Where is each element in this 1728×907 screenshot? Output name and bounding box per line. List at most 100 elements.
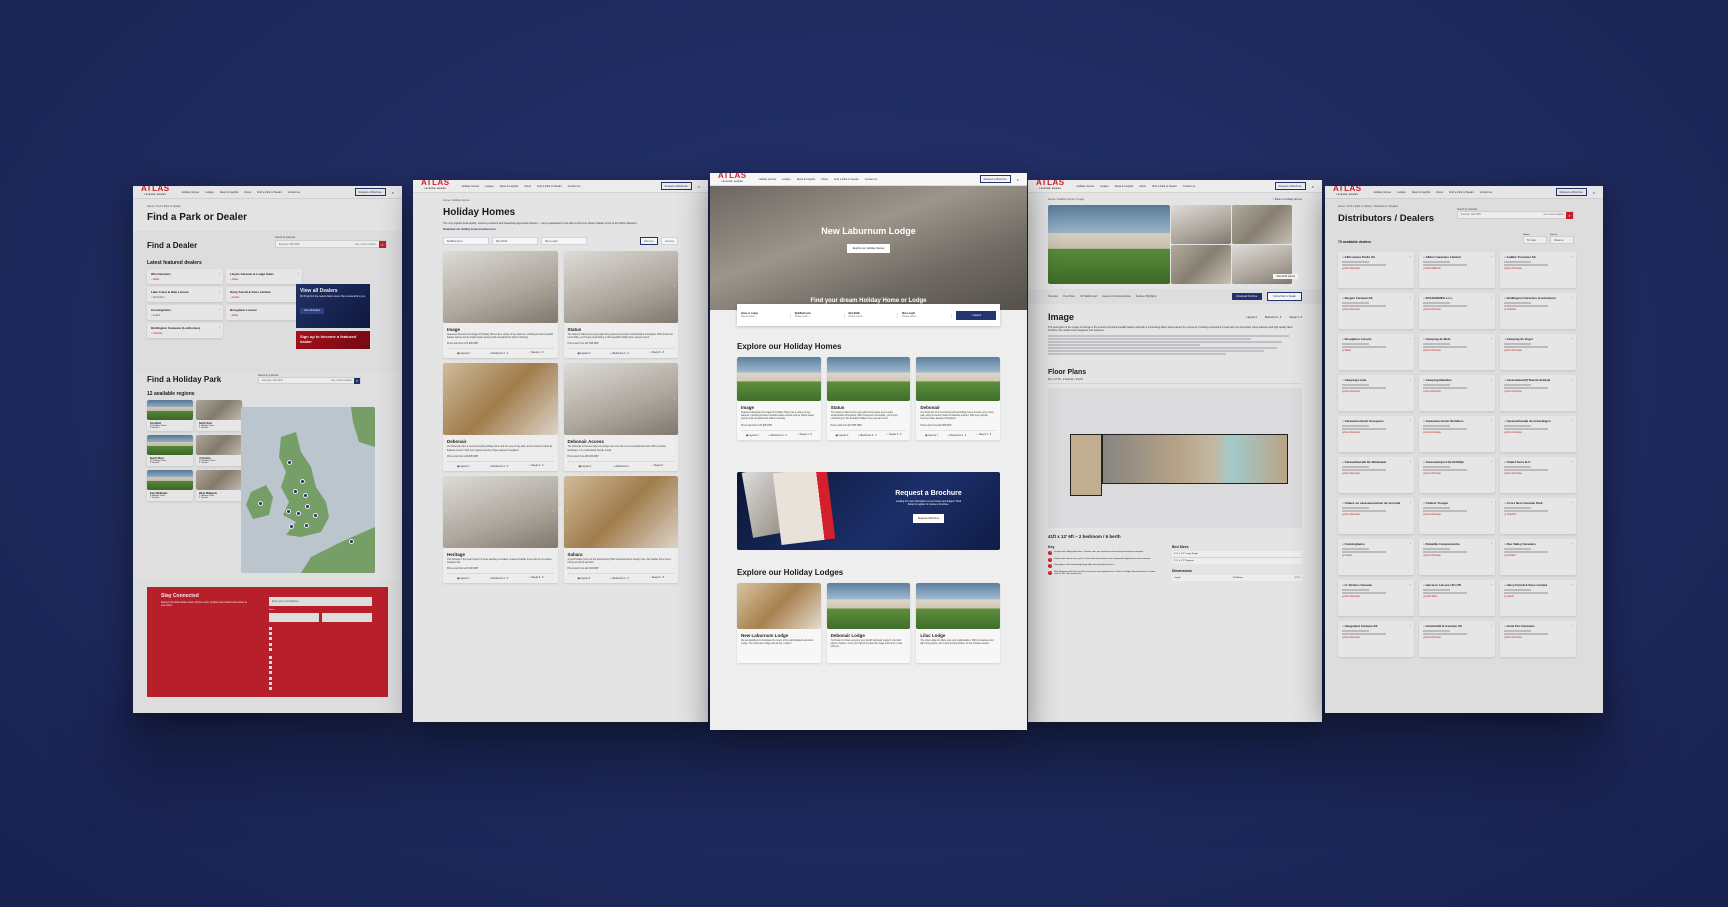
dealer-card[interactable]: ⌂ Audibe Tourisme SA ◎ Rest of Europe › <box>1500 252 1576 288</box>
lodge-card[interactable]: Lilac Lodge The Lilac Lodge 10 offers sty… <box>916 582 1000 663</box>
prev-arrow-icon[interactable]: ‹ <box>446 283 447 288</box>
gallery-photo[interactable] <box>1171 245 1231 284</box>
next-arrow-icon[interactable]: › <box>674 508 675 513</box>
checkbox[interactable] <box>269 637 272 641</box>
nav-item[interactable]: Contact us <box>568 185 580 188</box>
search-field[interactable]: Home or Lodge Please select ⌄ <box>741 312 791 318</box>
dealer-card[interactable]: ⌂ Bridlington Caravans (Lucihomes) ◎ York… <box>1500 293 1576 329</box>
nav-item[interactable]: Contact us <box>288 191 300 194</box>
gallery-photo[interactable] <box>1171 205 1231 244</box>
request-brochure-button[interactable]: Request a Brochure <box>1555 188 1587 196</box>
park-use-location-link[interactable]: Use current location <box>331 379 352 382</box>
last-name-input[interactable] <box>322 613 372 622</box>
gallery-main-photo[interactable] <box>1048 205 1170 284</box>
dealer-card[interactable]: ⌂ Caravanhandel de Grevelingen ◎ Rest of … <box>1500 416 1576 452</box>
request-brochure-button[interactable]: Request a Brochure <box>912 513 945 523</box>
checkbox[interactable] <box>269 632 272 636</box>
dealer-card[interactable]: ⌂ Caravanimport De Driftdijk ◎ Rest of Eu… <box>1419 457 1495 493</box>
nav-item[interactable]: News & Insights <box>1412 191 1431 194</box>
lodge-photo[interactable] <box>826 582 911 629</box>
nav-item[interactable]: Contact us <box>1480 191 1492 194</box>
list-view-toggle[interactable]: List view <box>660 237 678 245</box>
dealer-card[interactable]: ⌂ Caravancentrum Slotelkos ◎ Rest of Euro… <box>1419 416 1495 452</box>
find-dealer-button[interactable]: Find a Park or Dealer <box>1267 292 1302 301</box>
model-card[interactable]: ‹ › Status The Status 6 offers luxury open-… <box>563 251 678 359</box>
signup-featured-dealer-button[interactable]: Sign up to become a featured dealer <box>296 331 370 349</box>
nav-item[interactable]: About <box>244 191 251 194</box>
nav-item[interactable]: Lodges <box>1397 191 1406 194</box>
nav-item[interactable]: Lodges <box>485 185 494 188</box>
search-icon[interactable]: ⌕ <box>1312 184 1314 189</box>
region-card[interactable]: Yorkshire 17 Holiday Parks 3 Dealers <box>196 435 242 466</box>
park-postcode-input[interactable]: Example: M41 8PD Use current location ⌕ <box>258 377 361 384</box>
prev-arrow-icon[interactable]: ‹ <box>446 508 447 513</box>
checkbox[interactable] <box>269 686 272 690</box>
map-pin[interactable] <box>287 460 292 465</box>
nav-item[interactable]: Contact us <box>1183 185 1195 188</box>
dealer-card[interactable]: ⌂ Camping Linde ◎ Rest of Europe › <box>1338 375 1414 411</box>
checkbox[interactable] <box>269 660 272 664</box>
search-icon[interactable]: ⌕ <box>698 184 700 189</box>
checkbox[interactable] <box>269 642 272 646</box>
view-all-photos-button[interactable]: View all 31 photos <box>1273 274 1298 279</box>
checkbox[interactable] <box>269 681 272 685</box>
section-tab[interactable]: Features Highlights <box>1136 295 1157 298</box>
next-arrow-icon[interactable]: › <box>674 396 675 401</box>
next-arrow-icon[interactable]: › <box>674 283 675 288</box>
map-pin[interactable] <box>286 509 291 514</box>
lodge-photo[interactable] <box>916 582 1000 629</box>
map-pin[interactable] <box>300 479 305 484</box>
dealer-card[interactable]: ⌂ Camping de Mole ◎ Rest of Europe › <box>1419 334 1495 370</box>
uk-map[interactable] <box>241 407 375 573</box>
photo-gallery[interactable]: View all 31 photos <box>1048 205 1302 284</box>
bedrooms-filter[interactable]: Bed/Bedrooms <box>443 237 489 245</box>
search-icon[interactable]: ⌕ <box>1017 177 1019 182</box>
nav-item[interactable]: Holiday Homes <box>759 178 777 181</box>
lodge-photo[interactable] <box>737 582 821 629</box>
region-card[interactable]: North West 37 Holiday Parks 9 Dealers <box>147 435 193 466</box>
nav-item[interactable]: Holiday Homes <box>462 185 480 188</box>
nav-item[interactable]: Lodges <box>205 191 214 194</box>
model-card[interactable]: ‹ › Debonair Our Debonair 10 is a stunning … <box>443 363 558 471</box>
atlas-logo[interactable]: ATLAS LEISURE HOMES <box>421 180 450 192</box>
request-brochure-button[interactable]: Request a Brochure <box>354 188 386 196</box>
download-brochure-link[interactable]: Download our holiday home brochure here. <box>443 228 678 231</box>
dealer-card[interactable]: ⌂ Bergen Caravan AS ◎ Rest of Europe › <box>1338 293 1414 329</box>
model-card[interactable]: ‹ › Heritage The Heritage 5 the ideal choic… <box>443 475 558 584</box>
nav-item[interactable]: Holiday Homes <box>1077 185 1095 188</box>
dealer-card[interactable]: ⌂ Chalet- en caravancentrum de Voorstal ◎… <box>1338 498 1414 534</box>
prev-arrow-icon[interactable]: ‹ <box>446 396 447 401</box>
gallery-photo[interactable] <box>1232 205 1292 244</box>
nav-item[interactable]: About <box>1436 191 1443 194</box>
postcode-input[interactable]: Example: M41 8PD Use current location ⌕ <box>275 240 387 248</box>
model-photo[interactable]: ‹ › <box>563 363 678 436</box>
checkbox[interactable] <box>269 676 272 680</box>
section-tab[interactable]: 3D Walkthrough <box>1080 295 1097 298</box>
region-card[interactable]: East Midlands 8 Holiday Parks 1 Dealers <box>147 470 193 501</box>
nav-item[interactable]: Find a Park or Dealer <box>1152 185 1177 188</box>
dealer-card[interactable]: ⌂ Cross Nest Caravan Park ◎ Yorkshire › <box>1500 498 1576 534</box>
prev-arrow-icon[interactable]: ‹ <box>919 377 920 382</box>
atlas-logo[interactable]: ATLAS LEISURE HOMES <box>1036 180 1065 192</box>
floor-plan-tab[interactable]: 41ft x 12' 6ft – 2 bedroom / 6 berth <box>1048 379 1302 384</box>
search-field[interactable]: Max Length Please select ⌄ <box>902 312 952 318</box>
nav-item[interactable]: Lodges <box>782 178 791 181</box>
dealer-card[interactable]: ⌂ Camping de Vogel ◎ Rest of Europe › <box>1500 334 1576 370</box>
featured-dealer-card[interactable]: Lloyds Caravan & Lodge Sales ⌂ Wales › <box>226 269 302 284</box>
map-pin[interactable] <box>313 513 318 518</box>
nav-item[interactable]: Lodges <box>1100 185 1109 188</box>
dealer-card[interactable]: ⌂ Cunninghams ◎ Ireland › <box>1338 539 1414 575</box>
search-icon[interactable]: ⌕ <box>392 190 394 195</box>
next-arrow-icon[interactable]: › <box>906 377 907 382</box>
search-icon[interactable]: ⌕ <box>1566 211 1573 219</box>
atlas-logo[interactable]: ATLAS LEISURE HOMES <box>141 186 170 198</box>
model-card[interactable]: ‹ › Debonair Our Debonair 10 is a stunning … <box>916 357 1000 440</box>
checkbox[interactable] <box>269 666 272 670</box>
grid-view-toggle[interactable]: Grid view <box>639 237 658 245</box>
nav-item[interactable]: Holiday Homes <box>182 191 200 194</box>
width-filter[interactable]: Max Width <box>492 237 538 245</box>
prev-arrow-icon[interactable]: ‹ <box>830 377 831 382</box>
model-photo[interactable]: ‹ › <box>443 475 558 548</box>
prev-arrow-icon[interactable]: ‹ <box>567 396 568 401</box>
nav-item[interactable]: News & Insights <box>1115 185 1134 188</box>
